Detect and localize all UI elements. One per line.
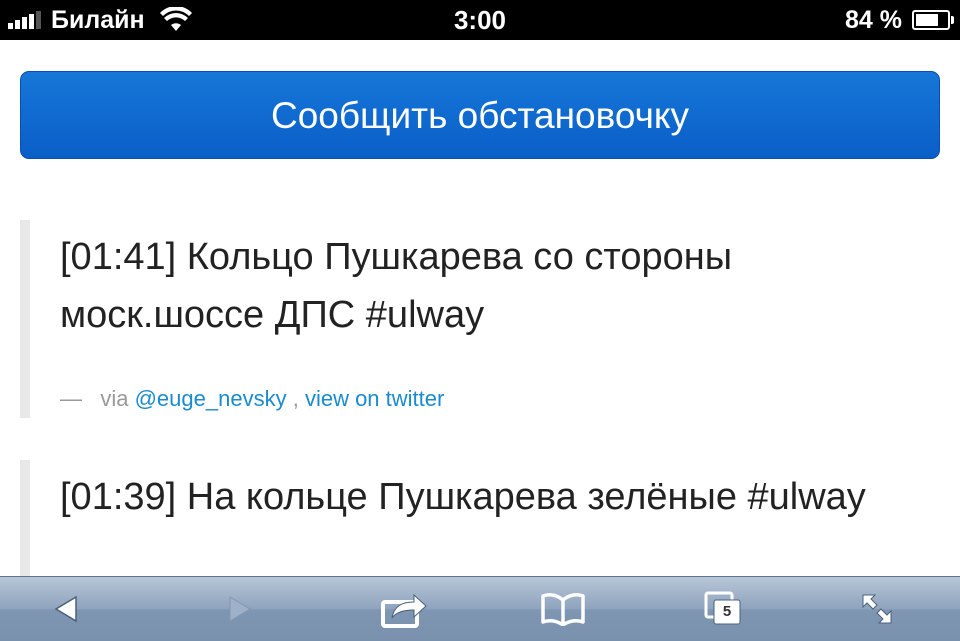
tweet-text: [01:41] Кольцо Пушкарева со стороны моск… xyxy=(60,236,733,336)
battery-icon xyxy=(912,10,954,30)
fullscreen-button[interactable] xyxy=(832,577,922,641)
tabs-button[interactable]: 5 xyxy=(679,577,769,641)
browser-toolbar: 5 xyxy=(0,576,960,641)
via-label: via xyxy=(100,386,129,411)
author-link[interactable]: @euge_nevsky xyxy=(135,386,287,411)
fullscreen-icon xyxy=(862,594,892,624)
share-button[interactable] xyxy=(359,577,449,641)
meta-separator: , xyxy=(292,386,299,411)
back-button[interactable] xyxy=(22,577,112,641)
report-situation-button[interactable]: Сообщить обстановочку xyxy=(20,71,940,159)
tabs-count: 5 xyxy=(722,603,732,620)
back-arrow-icon xyxy=(54,595,77,623)
bookmarks-icon xyxy=(541,593,585,626)
battery-fill xyxy=(916,14,938,26)
battery-percent: 84 % xyxy=(845,5,902,34)
tweet-meta: — via @euge_nevsky , view on twitter xyxy=(60,386,920,412)
view-on-twitter-link[interactable]: view on twitter xyxy=(305,386,444,411)
tabs-icon: 5 xyxy=(704,591,744,627)
tweet-text: [01:39] На кольце Пушкарева зелёные #ulw… xyxy=(60,476,866,518)
share-icon xyxy=(381,593,427,628)
clock: 3:00 xyxy=(453,5,507,35)
status-bar: Билайн 3:00 84 % xyxy=(0,0,960,40)
status-right: 84 % xyxy=(845,0,954,40)
forward-button[interactable] xyxy=(194,577,284,641)
bookmarks-button[interactable] xyxy=(518,577,608,641)
web-page[interactable]: Сообщить обстановочку [01:41] Кольцо Пуш… xyxy=(0,40,960,576)
meta-dash: — xyxy=(60,386,82,411)
tweet-item: [01:41] Кольцо Пушкарева со стороны моск… xyxy=(20,220,920,418)
tweet-item: [01:39] На кольце Пушкарева зелёные #ulw… xyxy=(20,460,920,576)
forward-arrow-icon xyxy=(229,596,251,622)
